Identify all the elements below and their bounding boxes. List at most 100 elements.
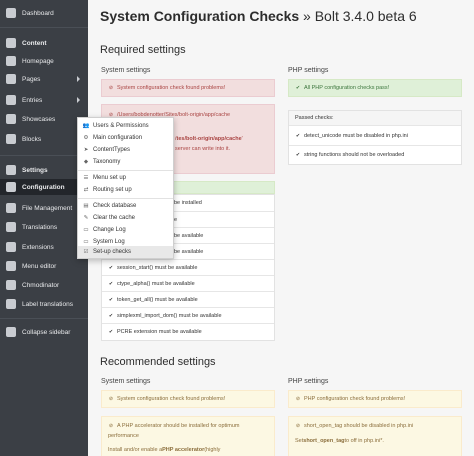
sidebar-item-label: Translations	[22, 223, 58, 231]
settings-icon	[6, 165, 16, 175]
sidebar-item-label: Chmodinator	[22, 281, 60, 289]
alert-text: PHP configuration check found problems!	[304, 396, 406, 402]
sidebar-item-showcases[interactable]: Showcases	[0, 111, 88, 127]
sidebar-divider	[0, 155, 88, 156]
recommended-system-detail: ⊘ A PHP accelerator should be installed …	[101, 416, 275, 456]
sidebar-item-label: Entries	[22, 96, 43, 104]
required-system-problem-alert: ⊘ System configuration check found probl…	[101, 79, 275, 97]
sidebar-item-entries[interactable]: Entries	[0, 92, 88, 108]
recommended-php-problem-alert: ⊘ PHP configuration check found problems…	[288, 390, 462, 408]
sidebar-item-configuration[interactable]: Configuration	[0, 179, 88, 195]
collapse-icon	[6, 327, 16, 337]
check-icon: ✔	[295, 85, 301, 91]
sidebar-item-pages[interactable]: Pages	[0, 71, 88, 87]
checklist-icon: ☑	[83, 249, 89, 255]
menu-item-taxonomy[interactable]: ◆ Taxonomy	[78, 156, 173, 168]
configuration-flyout-menu: 👥 Users & Permissions ⚙ Main configurati…	[77, 117, 174, 259]
list-item: ✔ simplexml_import_dom() must be availabl…	[102, 307, 274, 323]
sidebar-item-label: Pages	[22, 75, 41, 83]
dashboard-icon	[6, 8, 16, 18]
document-icon: ▭	[83, 239, 89, 245]
check-icon: ✔	[295, 152, 301, 158]
sidebar-item-file-management[interactable]: File Management	[0, 200, 88, 216]
sidebar-divider	[0, 318, 88, 319]
configuration-icon	[6, 182, 16, 192]
menu-item-check-database[interactable]: ▤ Check database	[78, 200, 173, 212]
sidebar-item-label: Extensions	[22, 243, 54, 251]
menu-item-setup-checks[interactable]: ☑ Set-up checks	[78, 246, 173, 258]
required-php-passed: Passed checks: ✔ detect_unicode must be d…	[288, 110, 462, 165]
eraser-icon: ✎	[83, 215, 89, 221]
chmodinator-icon	[6, 280, 16, 290]
entries-icon	[6, 95, 16, 105]
required-settings-heading: Required settings	[100, 44, 186, 56]
check-icon: ✔	[108, 296, 114, 303]
sidebar-item-label: Content	[22, 39, 47, 47]
sidebar-item-label: Configuration	[22, 183, 65, 191]
paper-plane-icon: ➤	[83, 147, 89, 153]
sidebar-item-label-translations[interactable]: Label translations	[0, 296, 88, 312]
sidebar-item-label: Dashboard	[22, 9, 54, 17]
label-translations-icon	[6, 299, 16, 309]
menu-item-main-configuration[interactable]: ⚙ Main configuration	[78, 132, 173, 144]
alert-text: System configuration check found problem…	[117, 85, 226, 91]
sidebar-item-chmodinator[interactable]: Chmodinator	[0, 277, 88, 293]
warning-icon: ⊘	[108, 423, 114, 429]
list-item: ✔ token_get_all() must be available	[102, 291, 274, 307]
menu-item-routing-setup[interactable]: ⇄ Routing set up	[78, 184, 173, 196]
menu-editor-icon	[6, 261, 16, 271]
detail-text: '	[241, 135, 243, 142]
sidebar-item-label: File Management	[22, 204, 73, 212]
sidebar-item-dashboard[interactable]: Dashboard	[0, 5, 88, 21]
sidebar-divider	[0, 27, 88, 28]
menu-item-users-permissions[interactable]: 👥 Users & Permissions	[78, 120, 173, 132]
users-icon: 👥	[82, 123, 90, 129]
menu-item-contenttypes[interactable]: ➤ ContentTypes	[78, 144, 173, 156]
passed-checks-heading: Passed checks:	[289, 111, 461, 125]
sidebar: Dashboard Content Homepage Pages Entries…	[0, 0, 88, 456]
warning-icon: ⊘	[108, 396, 114, 402]
list-icon: ☰	[83, 175, 89, 181]
sidebar-item-translations[interactable]: Translations	[0, 219, 88, 235]
homepage-icon	[6, 56, 16, 66]
recommended-settings-heading: Recommended settings	[100, 356, 216, 368]
recommended-system-problem-alert: ⊘ System configuration check found probl…	[101, 390, 275, 408]
page-title: System Configuration Checks » Bolt 3.4.0…	[100, 8, 417, 24]
menu-item-menu-setup[interactable]: ☰ Menu set up	[78, 172, 173, 184]
extensions-icon	[6, 242, 16, 252]
detail-text: server can write into it.	[175, 146, 231, 152]
check-icon: ✔	[108, 328, 114, 335]
sidebar-item-settings[interactable]: Settings	[0, 162, 88, 178]
check-icon: ✔	[108, 264, 114, 271]
pages-icon	[6, 74, 16, 84]
file-icon: ▭	[83, 227, 89, 233]
list-item: ✔ ctype_alpha() must be available	[102, 275, 274, 291]
sidebar-item-label: Collapse sidebar	[22, 328, 71, 336]
chevron-right-icon	[77, 97, 80, 103]
routing-icon: ⇄	[83, 187, 89, 193]
sidebar-item-content[interactable]: Content	[0, 35, 88, 51]
sidebar-item-menu-editor[interactable]: Menu editor	[0, 258, 88, 274]
warning-icon: ⊘	[108, 85, 114, 91]
alert-text: All PHP configuration checks pass!	[304, 85, 390, 91]
sidebar-item-extensions[interactable]: Extensions	[0, 239, 88, 255]
menu-divider	[78, 198, 173, 199]
sidebar-item-blocks[interactable]: Blocks	[0, 131, 88, 147]
collapse-sidebar-button[interactable]: Collapse sidebar	[0, 324, 88, 340]
file-management-icon	[6, 203, 16, 213]
list-item: ✔ PCRE extension must be available	[102, 323, 274, 339]
list-item: ✔ string functions should not be overload…	[289, 145, 461, 164]
chevron-right-icon	[77, 76, 80, 82]
sidebar-item-label: Homepage	[22, 57, 54, 65]
list-item: ✔ detect_unicode must be disabled in php.…	[289, 125, 461, 145]
database-icon: ▤	[83, 203, 89, 209]
check-icon: ✔	[295, 132, 301, 139]
sidebar-item-label: Label translations	[22, 300, 73, 308]
page-title-rest: » Bolt 3.4.0 beta 6	[299, 8, 417, 24]
warning-icon: ⊘	[295, 423, 301, 429]
menu-item-clear-cache[interactable]: ✎ Clear the cache	[78, 212, 173, 224]
menu-item-change-log[interactable]: ▭ Change Log	[78, 224, 173, 236]
check-icon: ✔	[108, 312, 114, 319]
sidebar-item-homepage[interactable]: Homepage	[0, 53, 88, 69]
required-system-heading: System settings	[101, 67, 151, 74]
